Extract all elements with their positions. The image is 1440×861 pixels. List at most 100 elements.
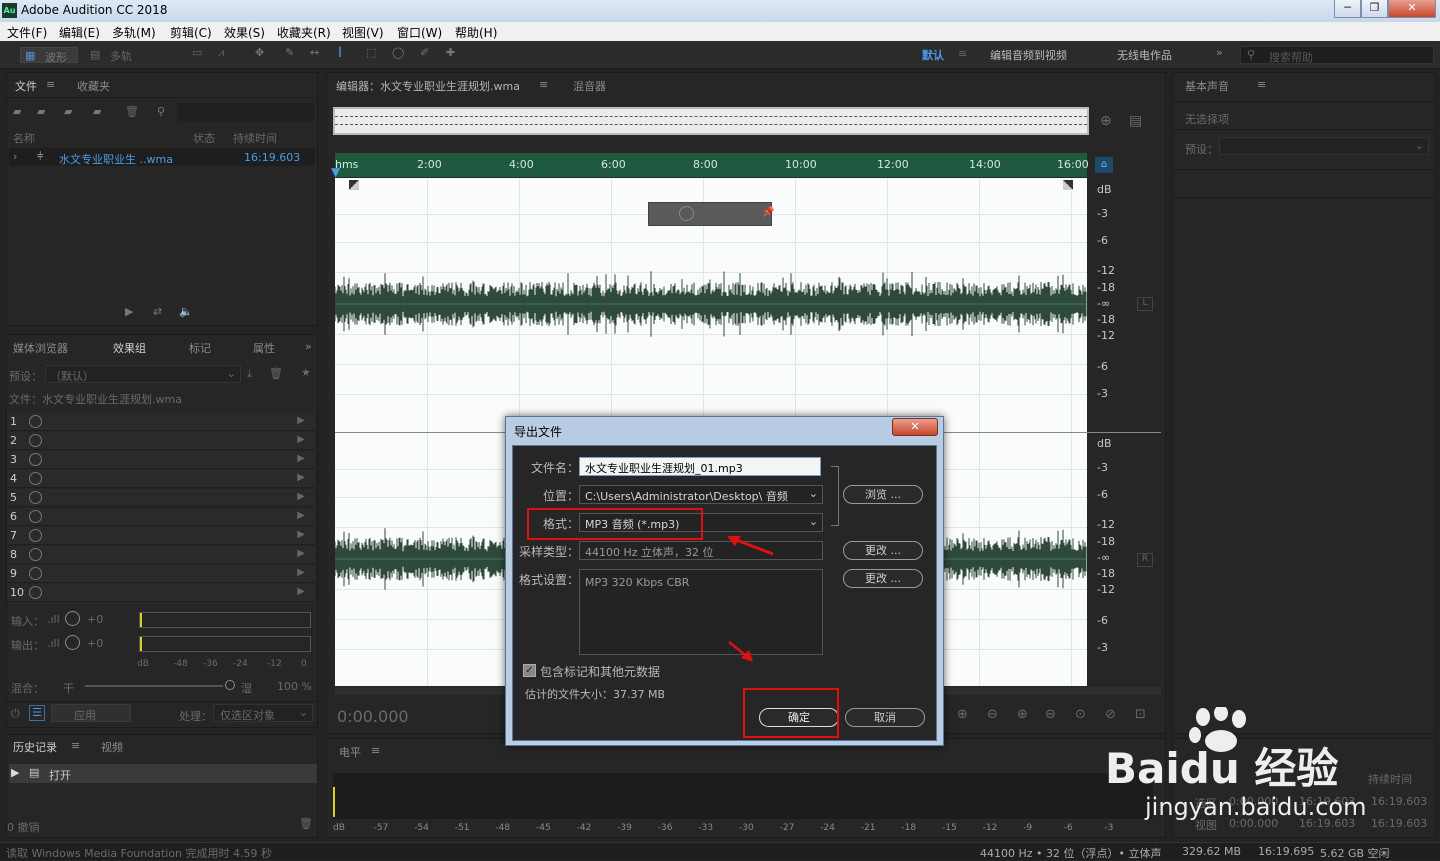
menu-window[interactable]: 窗口(W) bbox=[397, 24, 442, 41]
browse-button[interactable]: 浏览 ... bbox=[843, 485, 923, 504]
tab-files[interactable]: 文件 bbox=[15, 78, 37, 94]
effect-slot[interactable]: 4 ▶ bbox=[7, 470, 315, 488]
input-gain-value[interactable]: +0 bbox=[87, 613, 103, 626]
effect-slot[interactable]: 10 ▶ bbox=[7, 584, 315, 602]
input-gain-knob[interactable] bbox=[65, 611, 80, 626]
location-dropdown[interactable]: C:\Users\Administrator\Desktop\ 音频 ⌄ bbox=[579, 485, 823, 504]
fade-out-handle-icon[interactable] bbox=[1063, 180, 1073, 190]
effect-power-icon[interactable] bbox=[29, 510, 42, 523]
zoom-in-time-icon[interactable]: ⊕ bbox=[1017, 707, 1028, 722]
effect-power-icon[interactable] bbox=[29, 586, 42, 599]
mix-slider-handle[interactable] bbox=[225, 680, 235, 690]
zoom-out-time-icon[interactable]: ⊖ bbox=[1045, 707, 1056, 722]
process-dropdown[interactable]: 仅选区对象 ⌄ bbox=[213, 704, 313, 722]
change-sample-button[interactable]: 更改 ... bbox=[843, 541, 923, 560]
more-workspaces-icon[interactable]: » bbox=[1216, 46, 1223, 59]
tab-media-browser[interactable]: 媒体浏览器 bbox=[13, 340, 68, 356]
help-search-box[interactable]: ⚲ 搜索帮助 bbox=[1240, 46, 1434, 64]
zoom-in-amplitude-icon[interactable]: ⊕ bbox=[957, 707, 968, 722]
tab-favorites[interactable]: 收藏夹 bbox=[77, 78, 110, 94]
effect-slot-arrow-icon[interactable]: ▶ bbox=[297, 415, 305, 426]
delete-history-icon[interactable]: 🗑 bbox=[299, 817, 313, 830]
waveform-view-button[interactable]: ▦ 波形 bbox=[20, 47, 78, 64]
effect-slot[interactable]: 8 ▶ bbox=[7, 546, 315, 564]
hud-volume-knob[interactable] bbox=[679, 206, 694, 221]
effect-power-icon[interactable] bbox=[29, 415, 42, 428]
close-window-button[interactable]: ✕ bbox=[1388, 0, 1436, 18]
cancel-button[interactable]: 取消 bbox=[845, 708, 925, 727]
power-icon[interactable]: ⏻ bbox=[11, 707, 20, 721]
mix-slider[interactable] bbox=[85, 685, 223, 687]
apply-button[interactable]: 应用 bbox=[51, 704, 131, 722]
files-menu-icon[interactable]: ≡ bbox=[46, 78, 55, 91]
time-ruler[interactable]: hms 2:00 4:00 6:00 8:00 10:00 12:00 14:00 16:00 bbox=[335, 153, 1089, 177]
tab-effects-rack[interactable]: 效果组 bbox=[113, 340, 146, 356]
lasso-tool-icon[interactable]: ◯ bbox=[392, 46, 404, 59]
history-menu-icon[interactable]: ≡ bbox=[71, 739, 80, 752]
effect-slot-arrow-icon[interactable]: ▶ bbox=[297, 472, 305, 483]
effect-slot-arrow-icon[interactable]: ▶ bbox=[297, 491, 305, 502]
zoom-navigator-icon[interactable]: ⊕ bbox=[1100, 113, 1112, 129]
effect-power-icon[interactable] bbox=[29, 453, 42, 466]
help-search-input[interactable]: 搜索帮助 bbox=[1269, 49, 1313, 65]
essential-menu-icon[interactable]: ≡ bbox=[1257, 78, 1266, 91]
effect-slot[interactable]: 7 ▶ bbox=[7, 527, 315, 545]
preset-dropdown[interactable]: （默认） ⌄ bbox=[45, 365, 241, 383]
workspace-edit-audio-video[interactable]: 编辑音频到视频 bbox=[990, 47, 1067, 63]
tab-editor[interactable]: 编辑器：水文专业职业生涯规划.wma bbox=[336, 78, 520, 94]
workspace-radio[interactable]: 无线电作品 bbox=[1117, 47, 1172, 63]
include-markers-checkbox[interactable]: ✓ bbox=[523, 664, 536, 677]
multitrack-view-button[interactable]: ▤ 多轨 bbox=[88, 47, 146, 63]
time-selection-tool-icon[interactable]: I bbox=[338, 45, 342, 61]
effect-slot-arrow-icon[interactable]: ▶ bbox=[297, 434, 305, 445]
channel-r-toggle[interactable]: R bbox=[1137, 553, 1153, 567]
levels-menu-icon[interactable]: ≡ bbox=[371, 744, 380, 757]
effect-slot-arrow-icon[interactable]: ▶ bbox=[297, 567, 305, 578]
effect-slot-arrow-icon[interactable]: ▶ bbox=[297, 586, 305, 597]
maximize-button[interactable]: ❐ bbox=[1361, 0, 1388, 18]
effect-power-icon[interactable] bbox=[29, 491, 42, 504]
import-file-icon[interactable]: ▰ bbox=[37, 105, 45, 118]
minimize-button[interactable]: ─ bbox=[1334, 0, 1361, 18]
tab-markers[interactable]: 标记 bbox=[189, 340, 211, 356]
effect-power-icon[interactable] bbox=[29, 472, 42, 485]
play-icon[interactable]: ▶ bbox=[125, 305, 133, 318]
tab-properties[interactable]: 属性 bbox=[253, 340, 275, 356]
effect-power-icon[interactable] bbox=[29, 529, 42, 542]
output-gain-knob[interactable] bbox=[65, 635, 80, 650]
menu-clip[interactable]: 剪辑(C) bbox=[170, 24, 212, 41]
favorite-star-icon[interactable]: ★ bbox=[301, 366, 311, 379]
zoom-out-amplitude-icon[interactable]: ⊖ bbox=[987, 707, 998, 722]
tab-history[interactable]: 历史记录 bbox=[13, 739, 57, 755]
slip-tool-icon[interactable]: ↔ bbox=[310, 46, 319, 59]
files-search-input[interactable] bbox=[177, 103, 315, 121]
effect-slot[interactable]: 5 ▶ bbox=[7, 489, 315, 507]
essential-preset-dropdown[interactable]: ⌄ bbox=[1219, 137, 1429, 155]
zoom-full-icon[interactable]: ⊙ bbox=[1075, 707, 1086, 722]
insert-multitrack-icon[interactable]: ▰ bbox=[93, 105, 101, 118]
effect-slot[interactable]: 6 ▶ bbox=[7, 508, 315, 526]
effect-slot[interactable]: 1 ▶ bbox=[7, 413, 315, 431]
move-tool-icon[interactable]: ✥ bbox=[255, 46, 264, 59]
delete-preset-icon[interactable]: 🗑 bbox=[269, 367, 283, 380]
open-file-icon[interactable]: ▰ bbox=[13, 105, 21, 118]
lock-ruler-icon[interactable]: ⌂ bbox=[1095, 157, 1113, 173]
dialog-close-button[interactable]: ✕ bbox=[892, 418, 938, 436]
column-status[interactable]: 状态 bbox=[193, 130, 215, 146]
levels-title[interactable]: 电平 bbox=[339, 744, 361, 760]
effect-slot-arrow-icon[interactable]: ▶ bbox=[297, 510, 305, 521]
list-toggle-icon[interactable]: ☰ bbox=[29, 705, 45, 721]
workspace-default[interactable]: 默认 bbox=[922, 47, 944, 63]
channel-l-toggle[interactable]: L bbox=[1137, 297, 1153, 311]
menu-favorites[interactable]: 收藏夹(R) bbox=[277, 24, 331, 41]
menu-effects[interactable]: 效果(S) bbox=[224, 24, 265, 41]
effect-slot-arrow-icon[interactable]: ▶ bbox=[297, 453, 305, 464]
hud-volume[interactable]: 📌 bbox=[648, 202, 774, 226]
effect-slot[interactable]: 2 ▶ bbox=[7, 432, 315, 450]
more-tabs-icon[interactable]: » bbox=[305, 340, 312, 353]
brush-tool-icon[interactable]: ✐ bbox=[420, 46, 429, 59]
effect-slot[interactable]: 9 ▶ bbox=[7, 565, 315, 583]
menu-file[interactable]: 文件(F) bbox=[7, 24, 47, 41]
razor-tool-icon[interactable]: ✎ bbox=[285, 46, 294, 59]
playhead-icon[interactable]: ▼ bbox=[331, 165, 340, 179]
